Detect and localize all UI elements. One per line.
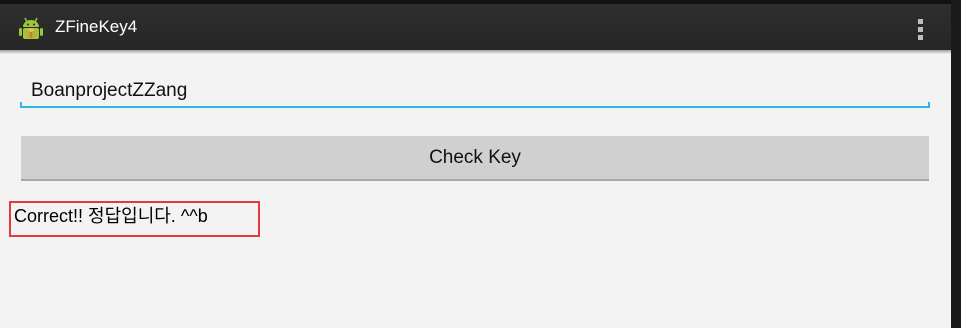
overflow-dot [917, 18, 923, 24]
action-bar: ZFineKey4 [0, 0, 951, 54]
result-message: Correct!! 정답입니다. ^^b [14, 206, 208, 226]
android-robot-icon [19, 17, 43, 39]
app-title: ZFineKey4 [55, 17, 138, 36]
overflow-menu-icon[interactable] [910, 14, 930, 44]
check-key-button[interactable]: Check Key [21, 136, 929, 181]
app-window: ZFineKey4 Check Key Correct!! 정답입니다. ^^b [0, 0, 951, 328]
key-input[interactable] [21, 73, 929, 109]
screen-edge [951, 0, 961, 328]
input-underline [20, 102, 930, 108]
overflow-dot [917, 26, 923, 32]
overflow-dot [917, 34, 923, 40]
